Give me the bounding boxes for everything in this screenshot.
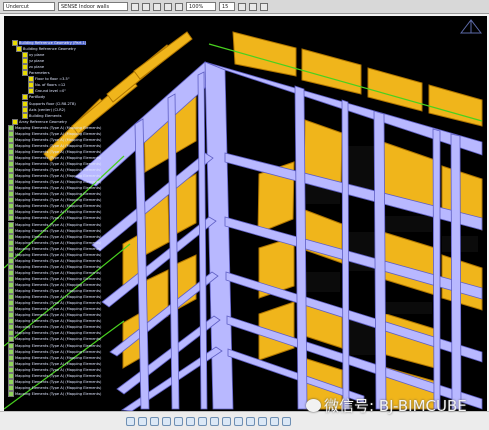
iso-view-icon[interactable] (210, 416, 219, 426)
tree-node-label: Mapping Elements (Type A) (Mapping Eleme… (15, 168, 102, 173)
compass-icon[interactable] (459, 18, 483, 36)
tree-node-label: PartBody (29, 95, 46, 100)
tree-node-label: Mapping Elements (Type A) (Mapping Eleme… (15, 198, 102, 203)
tree-node-label: Mapping Elements (Type A) (Mapping Eleme… (15, 180, 102, 185)
watermark-text: 微信号: BJ-BIMCUBE (324, 397, 467, 415)
tree-node-label: Axis (center) (Cl.R2) (29, 107, 66, 112)
swap-visible-icon[interactable] (246, 416, 255, 426)
tree-node-label: Mapping Elements (Type A) (Mapping Eleme… (15, 246, 102, 251)
shading-icon[interactable] (222, 416, 231, 426)
grid-icon[interactable] (238, 2, 246, 11)
tree-node-label: Mapping Elements (Type A) (Mapping Eleme… (15, 289, 102, 294)
tree-node-label: Mapping Elements (Type A) (Mapping Eleme… (15, 162, 102, 166)
tree-node-label: Mapping Elements (Type A) (Mapping Eleme… (15, 258, 102, 263)
hide-show-icon[interactable] (234, 416, 243, 426)
tree-node-label: Mapping Elements (Type A) (Mapping Eleme… (15, 174, 102, 179)
fly-mode-icon[interactable] (126, 416, 135, 426)
tree-node-label: Mapping Elements (Type A) (Mapping Eleme… (15, 355, 102, 360)
tree-node-label: Array Reference Geometry (19, 119, 67, 124)
style-combo[interactable]: SENSE Indoor walls (58, 2, 128, 11)
tree-node-label: Ground level =0" (35, 89, 66, 94)
tree-node-label: No. of floors =12 (35, 83, 66, 88)
tree-node-label: Mapping Elements (Type A) (Mapping Eleme… (15, 192, 102, 197)
specification-tree[interactable]: Building Reference Geometry (Part.1) Buil… (4, 40, 122, 410)
tree-node-label: Mapping Elements (Type A) (Mapping Eleme… (15, 125, 102, 130)
tree-node-label: Mapping Elements (Type A) (Mapping Eleme… (15, 307, 102, 312)
tree-node-label: Mapping Elements (Type A) (Mapping Eleme… (15, 337, 102, 342)
tree-node-label: Mapping Elements (Type A) (Mapping Eleme… (15, 204, 102, 209)
move-icon[interactable] (142, 2, 150, 11)
tree-node-label: Mapping Elements (Type A) (Mapping Eleme… (15, 367, 102, 372)
tree-node-label: Mapping Elements (Type A) (Mapping Eleme… (15, 155, 102, 160)
tree-node-label: zx plane (29, 65, 45, 70)
3d-viewport[interactable]: Building Reference Geometry (Part.1) Buil… (4, 16, 487, 411)
tree-node-label: Mapping Elements (Type A) (Mapping Eleme… (15, 301, 102, 306)
tree-node-label: Mapping Elements (Type A) (Mapping Eleme… (15, 131, 102, 136)
tree-node-label: Mapping Elements (Type A) (Mapping Eleme… (15, 210, 102, 215)
tree-node-label: Mapping Elements (Type A) (Mapping Eleme… (15, 137, 102, 142)
tree-node-label: Building Elements (29, 113, 62, 118)
watermark: 微信号: BJ-BIMCUBE (306, 395, 467, 416)
zoom-combo[interactable]: 100% (186, 2, 216, 11)
measure-icon[interactable] (258, 416, 267, 426)
zoom-icon[interactable] (164, 2, 172, 11)
layer-combo[interactable]: Undercut (3, 2, 55, 11)
tree-node-label: Floor to floor =3.5" (35, 77, 70, 82)
tree-node-label: xy plane (29, 53, 45, 58)
tree-node-label: Mapping Elements (Type A) (Mapping Eleme… (15, 319, 102, 324)
tree-node-label: Mapping Elements (Type A) (Mapping Eleme… (15, 222, 102, 227)
fit-icon[interactable] (175, 2, 183, 11)
tree-node-label: Mapping Elements (Type A) (Mapping Eleme… (15, 343, 102, 348)
tree-node-label: yz plane (29, 59, 45, 64)
tree-node-label: Mapping Elements (Type A) (Mapping Eleme… (15, 186, 102, 191)
tree-node-label: Mapping Elements (Type A) (Mapping Eleme… (15, 283, 102, 287)
select-icon[interactable] (131, 2, 139, 11)
tree-node-label: Mapping Elements (Type A) (Mapping Eleme… (15, 385, 102, 390)
tree-node-label: Mapping Elements (Type A) (Mapping Eleme… (15, 149, 102, 154)
wechat-logo-icon (306, 399, 321, 412)
fit-all-icon[interactable] (138, 416, 147, 426)
tree-node-label: Mapping Elements (Type A) (Mapping Eleme… (15, 331, 102, 336)
tree-node-label: Mapping Elements (Type A) (Mapping Eleme… (15, 373, 102, 378)
tree-node-label: Mapping Elements (Type A) (Mapping Eleme… (15, 361, 102, 366)
tree-node-label: Mapping Elements (Type A) (Mapping Eleme… (15, 270, 102, 275)
snap-icon[interactable] (249, 2, 257, 11)
pan-icon[interactable] (150, 416, 159, 426)
tree-node-label: Mapping Elements (Type A) (Mapping Eleme… (15, 264, 102, 269)
normal-view-icon[interactable] (198, 416, 207, 426)
zoom-out-icon[interactable] (186, 416, 195, 426)
zoom-in-icon[interactable] (174, 416, 183, 426)
tree-node-label: Mapping Elements (Type A) (Mapping Eleme… (15, 391, 102, 396)
tree-node-label: Mapping Elements (Type A) (Mapping Eleme… (15, 216, 102, 221)
tree-node-label: Mapping Elements (Type A) (Mapping Eleme… (15, 228, 102, 233)
tree-node-label: Mapping Elements (Type A) (Mapping Eleme… (15, 295, 102, 300)
top-toolbar: Undercut SENSE Indoor walls 100% 15 (0, 0, 489, 14)
tree-node-label: Supports floor (Cl.R8.2TB) (29, 101, 76, 106)
tree-node-label: Mapping Elements (Type A) (Mapping Eleme… (15, 276, 102, 281)
node-icon (8, 390, 14, 397)
tree-node-label: Mapping Elements (Type A) (Mapping Eleme… (15, 252, 102, 257)
tree-node-label: Mapping Elements (Type A) (Mapping Eleme… (15, 234, 102, 239)
tree-node-label: Mapping Elements (Type A) (Mapping Eleme… (15, 349, 102, 354)
rotate-view-icon[interactable] (162, 416, 171, 426)
tree-node-label: Mapping Elements (Type A) (Mapping Eleme… (15, 313, 102, 318)
tree-node-label: Mapping Elements (Type A) (Mapping Eleme… (15, 379, 102, 384)
catia-window: Undercut SENSE Indoor walls 100% 15 Buil… (0, 0, 489, 430)
tree-node-label: Building Reference Geometry (23, 47, 76, 52)
section-icon[interactable] (270, 416, 279, 426)
tree-node[interactable]: Mapping Elements (Type A) (Mapping Eleme… (8, 390, 102, 397)
rotate-icon[interactable] (153, 2, 161, 11)
tree-node-label: Mapping Elements (Type A) (Mapping Eleme… (15, 240, 102, 245)
tree-node-label: Mapping Elements (Type A) (Mapping Eleme… (15, 325, 102, 330)
tree-node-label: Mapping Elements (Type A) (Mapping Eleme… (15, 143, 102, 148)
tree-node-label: Parameters (29, 71, 50, 76)
tree-node-label: Building Reference Geometry (Part.1) (19, 41, 87, 45)
layers-icon[interactable] (260, 2, 268, 11)
render-icon[interactable] (282, 416, 291, 426)
level-combo[interactable]: 15 (219, 2, 235, 11)
